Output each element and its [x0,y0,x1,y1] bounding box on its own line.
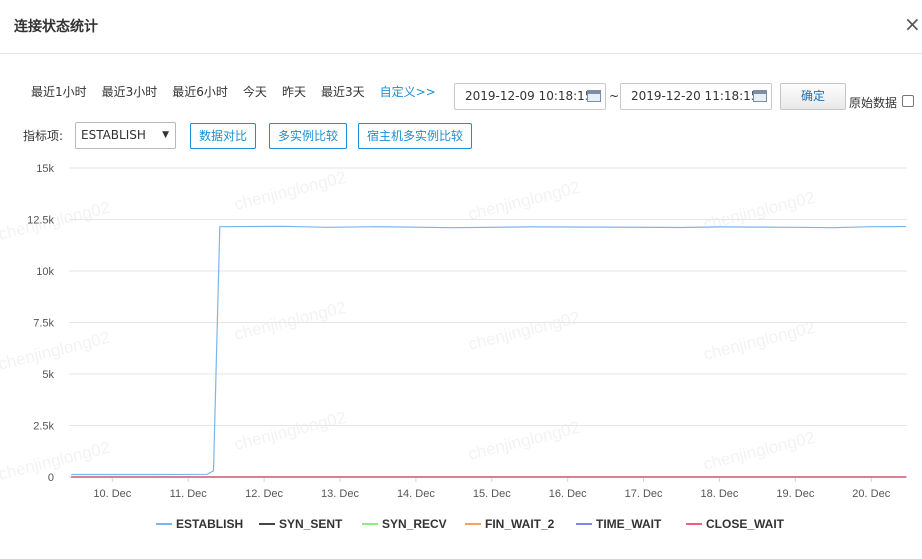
metric-select-value: ESTABLISH [81,128,146,142]
range-yesterday[interactable]: 昨天 [282,83,306,101]
y-tick-label: 15k [36,163,54,175]
range-custom-link[interactable]: 自定义>> [380,83,436,101]
watermark-text: chenjinglong02 [0,328,112,374]
x-tick-label: 15. Dec [473,488,511,500]
legend-item-label: FIN_WAIT_2 [485,517,555,531]
metric-label: 指标项: [23,129,64,143]
range-last-3h[interactable]: 最近3小时 [102,83,158,101]
calendar-icon[interactable] [753,90,767,102]
y-tick-label: 10k [36,266,54,278]
x-tick-label: 12. Dec [245,488,283,500]
watermark-text: chenjinglong02 [232,168,348,214]
x-tick-label: 13. Dec [321,488,359,500]
x-tick-label: 20. Dec [852,488,890,500]
raw-data-label: 原始数据 [849,96,898,110]
x-tick-label: 17. Dec [625,488,663,500]
data-compare-button[interactable]: 数据对比 [190,123,256,149]
x-tick-label: 18. Dec [701,488,739,500]
y-tick-label: 5k [42,369,54,381]
calendar-icon[interactable] [587,90,601,102]
watermark-text: chenjinglong02 [701,318,817,364]
multi-instance-compare-button[interactable]: 多实例比较 [269,123,347,149]
x-tick-label: 14. Dec [397,488,435,500]
watermark-text: chenjinglong02 [701,428,817,474]
legend-item-label: SYN_SENT [279,517,343,531]
legend-item-label: CLOSE_WAIT [706,517,785,531]
y-tick-label: 7.5k [33,318,54,330]
watermark-text: chenjinglong02 [232,298,348,344]
x-tick-label: 11. Dec [170,488,208,500]
host-multi-instance-compare-button[interactable]: 宿主机多实例比较 [358,123,472,149]
range-last-1h[interactable]: 最近1小时 [31,83,87,101]
dropdown-arrow-icon: ▼ [162,130,169,140]
watermark-text: chenjinglong02 [0,198,112,244]
watermark-text: chenjinglong02 [466,178,582,224]
y-tick-label: 2.5k [33,421,54,433]
start-date-input[interactable]: 2019-12-09 10:18:15 [454,83,606,110]
confirm-button[interactable]: 确定 [780,83,846,110]
raw-data-checkbox[interactable] [902,95,914,107]
dialog-title: 连接状态统计 [14,19,98,35]
watermark-text: chenjinglong02 [232,408,348,454]
x-tick-label: 16. Dec [549,488,587,500]
legend-item-label: TIME_WAIT [596,517,662,531]
time-range-links: 最近1小时 最近3小时 最近6小时 今天 昨天 最近3天 自定义>> [31,83,451,101]
x-tick-label: 19. Dec [776,488,814,500]
metric-select[interactable]: ESTABLISH ▼ [75,122,176,149]
range-today[interactable]: 今天 [243,83,267,101]
start-date-value: 2019-12-09 10:18:15 [465,89,593,103]
x-tick-label: 10. Dec [93,488,131,500]
legend-item-label: SYN_RECV [382,517,447,531]
dialog-titlebar: 连接状态统计 × [0,0,922,54]
range-last-3d[interactable]: 最近3天 [321,83,365,101]
legend-item-label: ESTABLISH [176,517,243,531]
watermark-text: chenjinglong02 [466,418,582,464]
y-tick-label: 12.5k [27,215,54,227]
watermark-text: chenjinglong02 [466,308,582,354]
end-date-input[interactable]: 2019-12-20 11:18:15 [620,83,772,110]
date-range-separator: ~ [609,89,620,103]
range-last-6h[interactable]: 最近6小时 [172,83,228,101]
line-chart: chenjinglong02 chenjinglong02 chenjinglong… [0,163,907,531]
y-tick-label: 0 [48,472,54,484]
close-icon[interactable]: × [904,12,922,36]
end-date-value: 2019-12-20 11:18:15 [631,89,759,103]
